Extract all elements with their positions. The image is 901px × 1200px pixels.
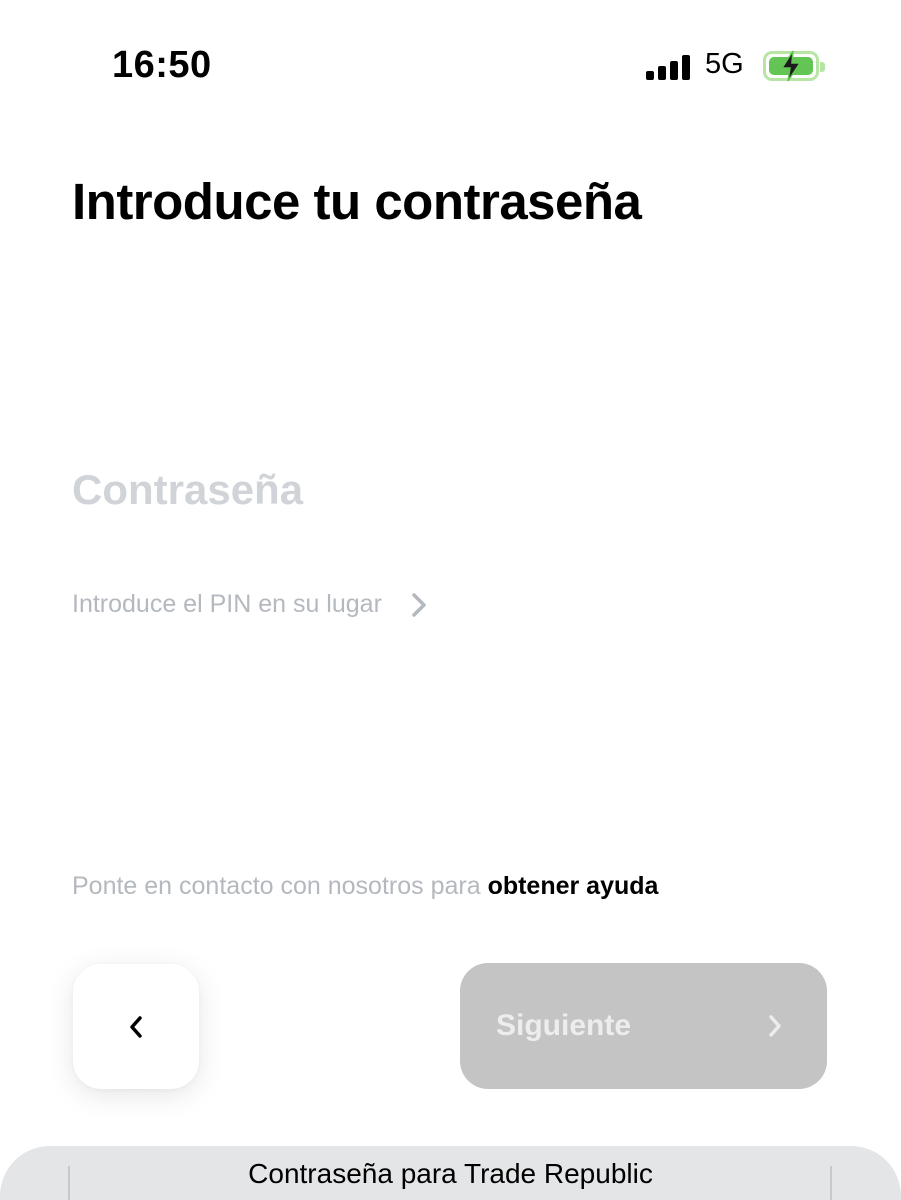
chevron-right-icon bbox=[769, 1015, 781, 1037]
network-type: 5G bbox=[705, 48, 744, 80]
next-button[interactable]: Siguiente bbox=[460, 963, 827, 1089]
enter-pin-link[interactable]: Introduce el PIN en su lugar bbox=[72, 590, 426, 619]
back-button[interactable] bbox=[73, 964, 199, 1089]
get-help-link[interactable]: obtener ayuda bbox=[488, 872, 659, 900]
next-button-label: Siguiente bbox=[496, 1009, 632, 1042]
chevron-right-icon bbox=[412, 592, 426, 617]
chevron-left-icon bbox=[130, 1015, 142, 1038]
battery-charging-icon bbox=[763, 50, 825, 82]
status-time: 16:50 bbox=[112, 44, 212, 86]
help-text: Ponte en contacto con nosotros para obte… bbox=[72, 872, 658, 901]
cellular-signal-icon bbox=[646, 54, 691, 80]
login-screen: 16:50 5G Introduce tu contraseña Introdu… bbox=[0, 0, 901, 1200]
password-autofill-suggestion[interactable]: Contraseña para Trade Republic bbox=[0, 1158, 901, 1190]
help-prefix: Ponte en contacto con nosotros para bbox=[72, 872, 488, 900]
password-input[interactable] bbox=[72, 460, 772, 520]
keyboard-autofill-bar: Contraseña para Trade Republic bbox=[0, 1146, 901, 1200]
page-title: Introduce tu contraseña bbox=[72, 173, 642, 230]
divider bbox=[830, 1166, 832, 1200]
enter-pin-label: Introduce el PIN en su lugar bbox=[72, 590, 382, 618]
